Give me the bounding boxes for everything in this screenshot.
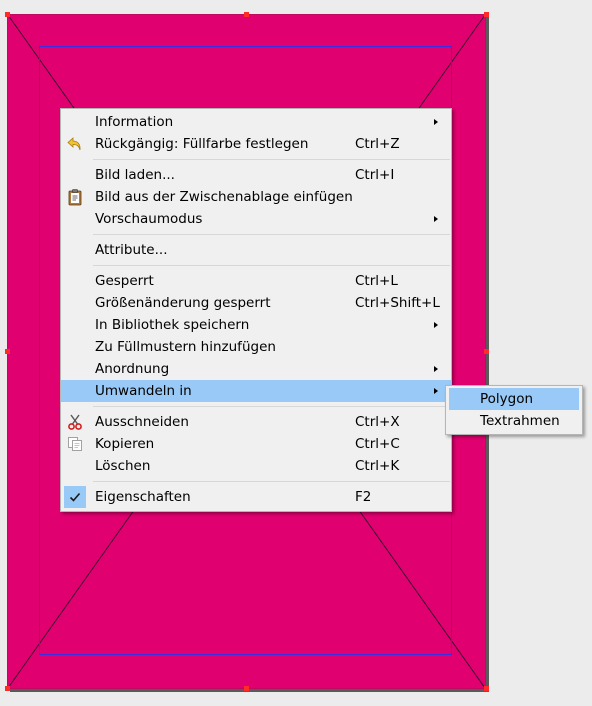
- checkmark-icon: [69, 492, 81, 502]
- selection-handle-right[interactable]: [484, 349, 489, 354]
- menu-item-delete[interactable]: Löschen Ctrl+K: [61, 455, 451, 477]
- copy-icon: [68, 437, 82, 451]
- menu-item-shortcut: Ctrl+L: [355, 273, 398, 289]
- clipboard-icon: [68, 189, 82, 206]
- menu-item-label: Attribute...: [95, 242, 168, 258]
- submenu-arrow-icon: [434, 119, 438, 125]
- submenu-arrow-icon: [434, 366, 438, 372]
- submenu-item-text-frame[interactable]: Textrahmen: [449, 410, 579, 432]
- menu-item-cut[interactable]: Ausschneiden Ctrl+X: [61, 411, 451, 433]
- menu-item-attributes[interactable]: Attribute...: [61, 239, 451, 261]
- menu-item-label: Löschen: [95, 458, 151, 474]
- menu-item-label: Rückgängig: Füllfarbe festlegen: [95, 136, 309, 152]
- selection-handle-bottom-left[interactable]: [5, 686, 10, 691]
- selection-handle-bottom-right[interactable]: [484, 686, 489, 691]
- menu-item-arrangement[interactable]: Anordnung: [61, 358, 451, 380]
- selection-handle-top-left[interactable]: [5, 12, 10, 17]
- menu-item-save-to-library[interactable]: In Bibliothek speichern: [61, 314, 451, 336]
- submenu-item-label: Textrahmen: [480, 413, 560, 429]
- context-menu: Information Rückgängig: Füllfarbe festle…: [60, 108, 452, 512]
- convert-to-submenu: Polygon Textrahmen: [445, 385, 583, 435]
- menu-item-copy[interactable]: Kopieren Ctrl+C: [61, 433, 451, 455]
- submenu-arrow-icon: [434, 216, 438, 222]
- menu-item-preview-mode[interactable]: Vorschaumodus: [61, 208, 451, 230]
- undo-icon: [67, 137, 81, 151]
- menu-separator: [93, 481, 450, 482]
- menu-item-locked[interactable]: Gesperrt Ctrl+L: [61, 270, 451, 292]
- menu-item-load-image[interactable]: Bild laden... Ctrl+I: [61, 164, 451, 186]
- menu-separator: [93, 234, 450, 235]
- menu-item-label: In Bibliothek speichern: [95, 317, 250, 333]
- selection-handle-bottom[interactable]: [244, 686, 249, 691]
- scissors-icon: [68, 414, 82, 430]
- submenu-arrow-icon: [434, 388, 438, 394]
- menu-item-label: Kopieren: [95, 436, 155, 452]
- selection-handle-top[interactable]: [244, 12, 249, 17]
- menu-item-shortcut: Ctrl+K: [355, 458, 400, 474]
- submenu-item-label: Polygon: [480, 391, 534, 407]
- menu-item-label: Zu Füllmustern hinzufügen: [95, 339, 276, 355]
- menu-separator: [93, 265, 450, 266]
- menu-item-label: Information: [95, 114, 174, 130]
- menu-item-shortcut: Ctrl+X: [355, 414, 400, 430]
- menu-item-shortcut: Ctrl+C: [355, 436, 400, 452]
- menu-item-shortcut: Ctrl+I: [355, 167, 395, 183]
- menu-item-shortcut: F2: [355, 489, 372, 505]
- menu-item-label: Eigenschaften: [95, 489, 191, 505]
- menu-separator: [93, 159, 450, 160]
- menu-separator: [93, 406, 450, 407]
- menu-item-paste-image[interactable]: Bild aus der Zwischenablage einfügen: [61, 186, 451, 208]
- menu-item-information[interactable]: Information: [61, 111, 451, 133]
- menu-item-label: Bild aus der Zwischenablage einfügen: [95, 189, 353, 205]
- menu-item-label: Bild laden...: [95, 167, 175, 183]
- menu-item-label: Vorschaumodus: [95, 211, 203, 227]
- menu-item-add-to-patterns[interactable]: Zu Füllmustern hinzufügen: [61, 336, 451, 358]
- menu-item-properties[interactable]: Eigenschaften F2: [61, 486, 451, 508]
- menu-item-undo[interactable]: Rückgängig: Füllfarbe festlegen Ctrl+Z: [61, 133, 451, 155]
- menu-item-convert-to[interactable]: Umwandeln in: [61, 380, 451, 402]
- menu-item-label: Ausschneiden: [95, 414, 189, 430]
- menu-item-label: Umwandeln in: [95, 383, 192, 399]
- menu-item-label: Gesperrt: [95, 273, 154, 289]
- menu-item-size-locked[interactable]: Größenänderung gesperrt Ctrl+Shift+L: [61, 292, 451, 314]
- menu-item-label: Größenänderung gesperrt: [95, 295, 271, 311]
- selection-handle-top-right[interactable]: [484, 12, 489, 17]
- selection-handle-left[interactable]: [5, 349, 10, 354]
- menu-item-label: Anordnung: [95, 361, 170, 377]
- submenu-item-polygon[interactable]: Polygon: [449, 388, 579, 410]
- submenu-arrow-icon: [434, 322, 438, 328]
- menu-item-shortcut: Ctrl+Shift+L: [355, 295, 440, 311]
- menu-item-shortcut: Ctrl+Z: [355, 136, 400, 152]
